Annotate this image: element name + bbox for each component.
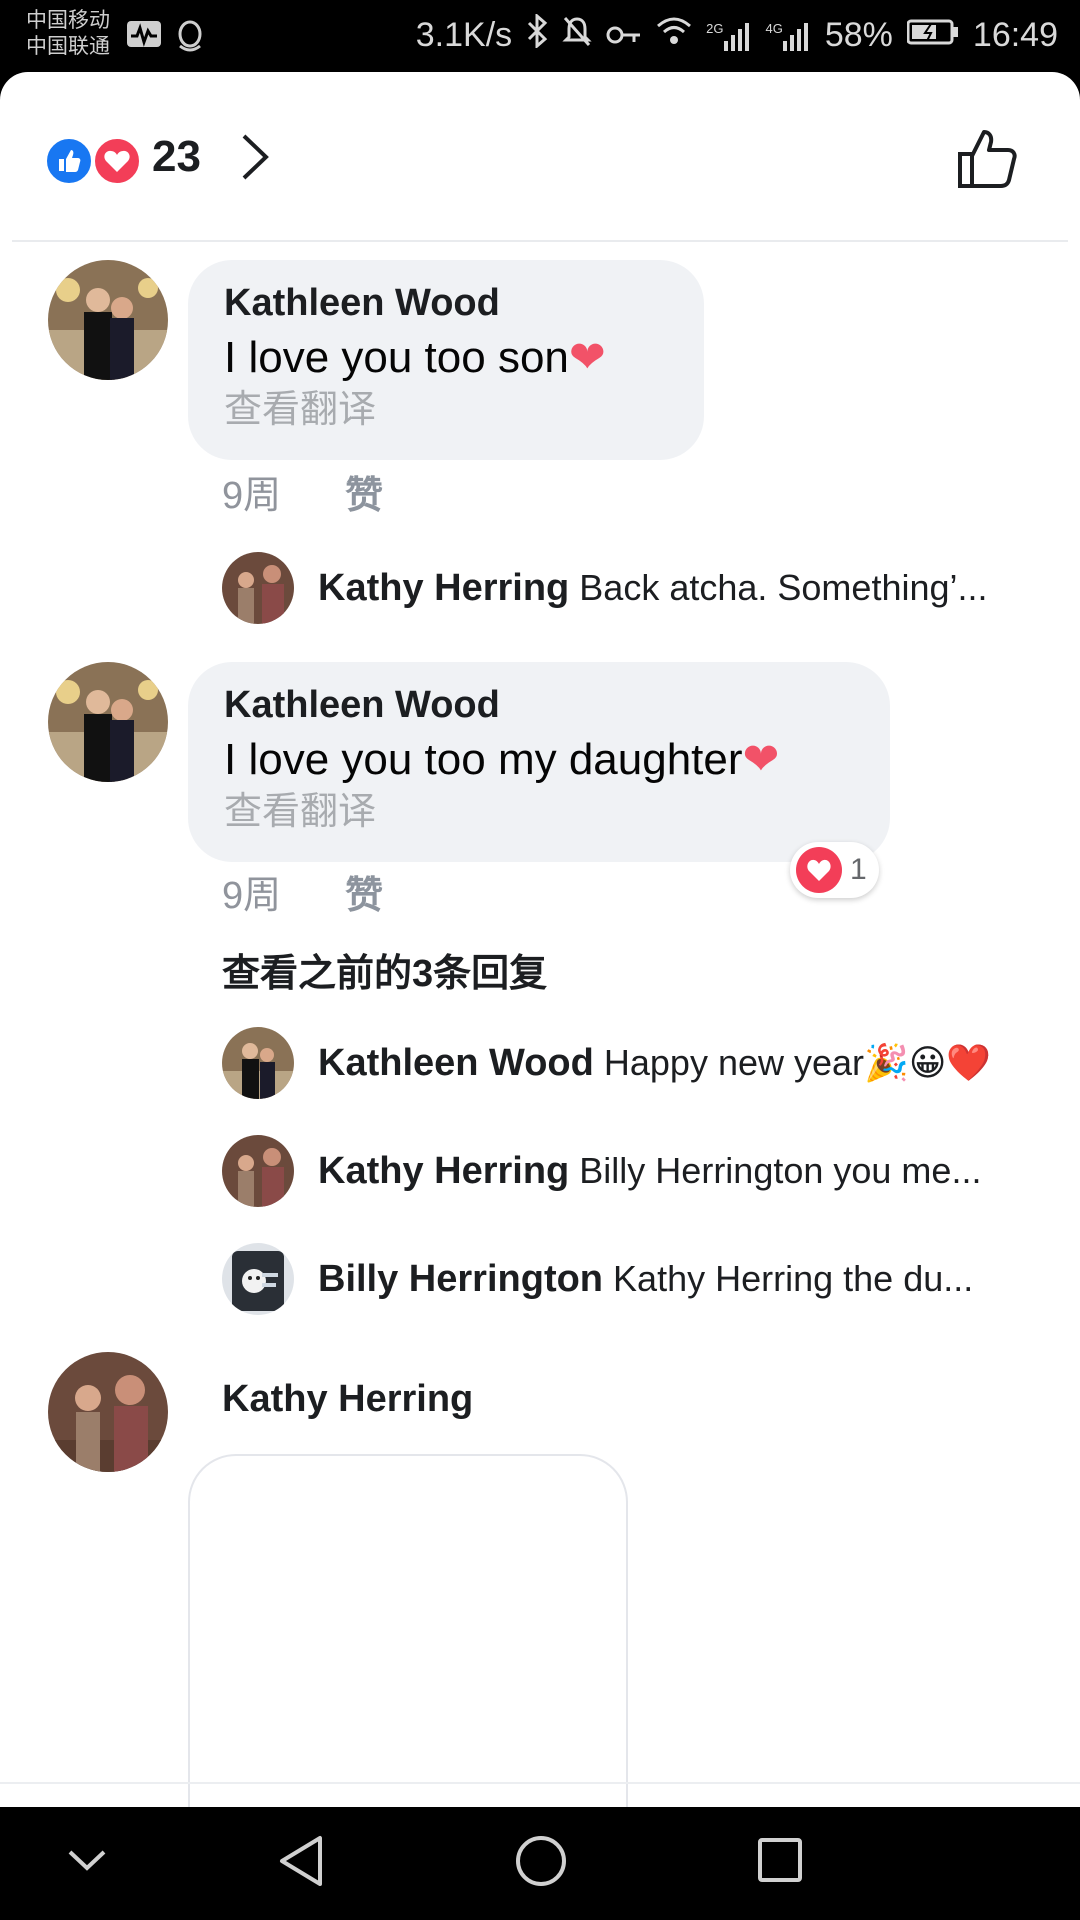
battery-percent: 58% xyxy=(824,16,893,54)
bluetooth-icon xyxy=(526,12,548,57)
see-translation-link[interactable]: 查看翻译 xyxy=(224,386,666,434)
love-reaction-icon xyxy=(796,847,842,893)
avatar[interactable] xyxy=(222,1243,294,1315)
reply-text: Back atcha. Something’... xyxy=(579,566,988,608)
see-translation-link[interactable]: 查看翻译 xyxy=(224,788,852,836)
reply-author[interactable]: Kathy Herring xyxy=(318,1150,569,1192)
reply-item[interactable]: Billy Herrington Kathy Herring the du... xyxy=(222,1243,1042,1315)
signal-2g-icon: 2G xyxy=(706,21,751,51)
comment-like-button[interactable]: 赞 xyxy=(345,464,383,519)
key-icon xyxy=(606,16,642,55)
like-reaction-icon xyxy=(44,136,94,186)
back-icon[interactable] xyxy=(276,1834,326,1893)
comment-author[interactable]: Kathleen Wood xyxy=(224,682,852,728)
divider xyxy=(0,1782,1080,1784)
chevron-right-icon[interactable] xyxy=(240,132,270,187)
avatar[interactable] xyxy=(48,260,168,380)
comment-meta: 9周 赞 xyxy=(222,464,383,519)
signal-4g-icon: 4G xyxy=(766,21,811,51)
love-reaction-icon xyxy=(92,136,142,186)
comment-bubble[interactable]: Kathleen Wood I love you too my daughter… xyxy=(188,662,890,862)
recent-apps-icon[interactable] xyxy=(756,1836,804,1889)
home-icon[interactable] xyxy=(514,1834,568,1893)
reply-text: Kathy Herring the du... xyxy=(613,1257,974,1299)
reply-item[interactable]: Kathy Herring Billy Herrington you me... xyxy=(222,1135,1042,1207)
battery-icon xyxy=(906,16,959,55)
wifi-icon xyxy=(656,16,692,55)
reply-text: Happy new year🎉😀❤️ xyxy=(603,1041,992,1083)
avatar[interactable] xyxy=(222,1135,294,1207)
comment-bubble[interactable]: Kathleen Wood I love you too son❤ 查看翻译 xyxy=(188,260,704,460)
reaction-count: 23 xyxy=(152,132,201,181)
avatar[interactable] xyxy=(222,552,294,624)
reply-author[interactable]: Billy Herrington xyxy=(318,1258,603,1300)
reaction-summary[interactable]: 23 xyxy=(0,72,1080,240)
comment-reaction-chip[interactable]: 1 xyxy=(790,842,879,898)
heart-emoji: ❤ xyxy=(568,333,606,382)
divider xyxy=(12,240,1068,242)
comment-age: 9周 xyxy=(222,875,282,917)
comment-meta: 9周 赞 xyxy=(222,864,383,919)
reaction-chip-count: 1 xyxy=(850,853,867,886)
comment-text: I love you too son❤ xyxy=(224,333,606,382)
comment-author[interactable]: Kathy Herring xyxy=(222,1376,473,1422)
clock: 16:49 xyxy=(972,16,1058,54)
heart-emoji: ❤ xyxy=(742,735,780,784)
mute-icon xyxy=(562,15,592,56)
reply-author[interactable]: Kathy Herring xyxy=(318,567,569,609)
carrier-labels: 中国移动 中国联通 xyxy=(26,8,110,60)
chevron-down-icon[interactable] xyxy=(66,1846,108,1881)
navigation-bar xyxy=(0,1808,1080,1920)
reply-text: Billy Herrington you me... xyxy=(579,1149,982,1191)
network-speed: 3.1K/s xyxy=(415,16,513,54)
avatar[interactable] xyxy=(222,1027,294,1099)
avatar[interactable] xyxy=(48,1352,168,1472)
comments-sheet: 23 Kathleen Wood I love you too son❤ 查看翻… xyxy=(0,72,1080,1807)
comment-author[interactable]: Kathleen Wood xyxy=(224,280,666,326)
carrier-1: 中国移动 xyxy=(26,9,110,32)
status-bar: 中国移动 中国联通 3.1K/s 2G 4G 58% 16:49 xyxy=(0,0,1080,72)
reply-item[interactable]: Kathleen Wood Happy new year🎉😀❤️ xyxy=(222,1027,1042,1099)
avatar[interactable] xyxy=(48,662,168,782)
comment-text: I love you too my daughter❤ xyxy=(224,735,780,784)
comment-like-button[interactable]: 赞 xyxy=(345,864,383,919)
qq-icon xyxy=(176,20,204,57)
reply-author[interactable]: Kathleen Wood xyxy=(318,1042,594,1084)
like-post-button[interactable] xyxy=(956,126,1020,195)
reaction-icons xyxy=(44,136,144,188)
carrier-2: 中国联通 xyxy=(26,35,110,58)
activity-icon xyxy=(126,20,162,57)
view-previous-replies-link[interactable]: 查看之前的3条回复 xyxy=(222,942,547,997)
comment-age: 9周 xyxy=(222,475,282,517)
media-attachment-placeholder[interactable] xyxy=(188,1454,628,1807)
reply-preview[interactable]: Kathy Herring Back atcha. Something’... xyxy=(222,552,1042,624)
